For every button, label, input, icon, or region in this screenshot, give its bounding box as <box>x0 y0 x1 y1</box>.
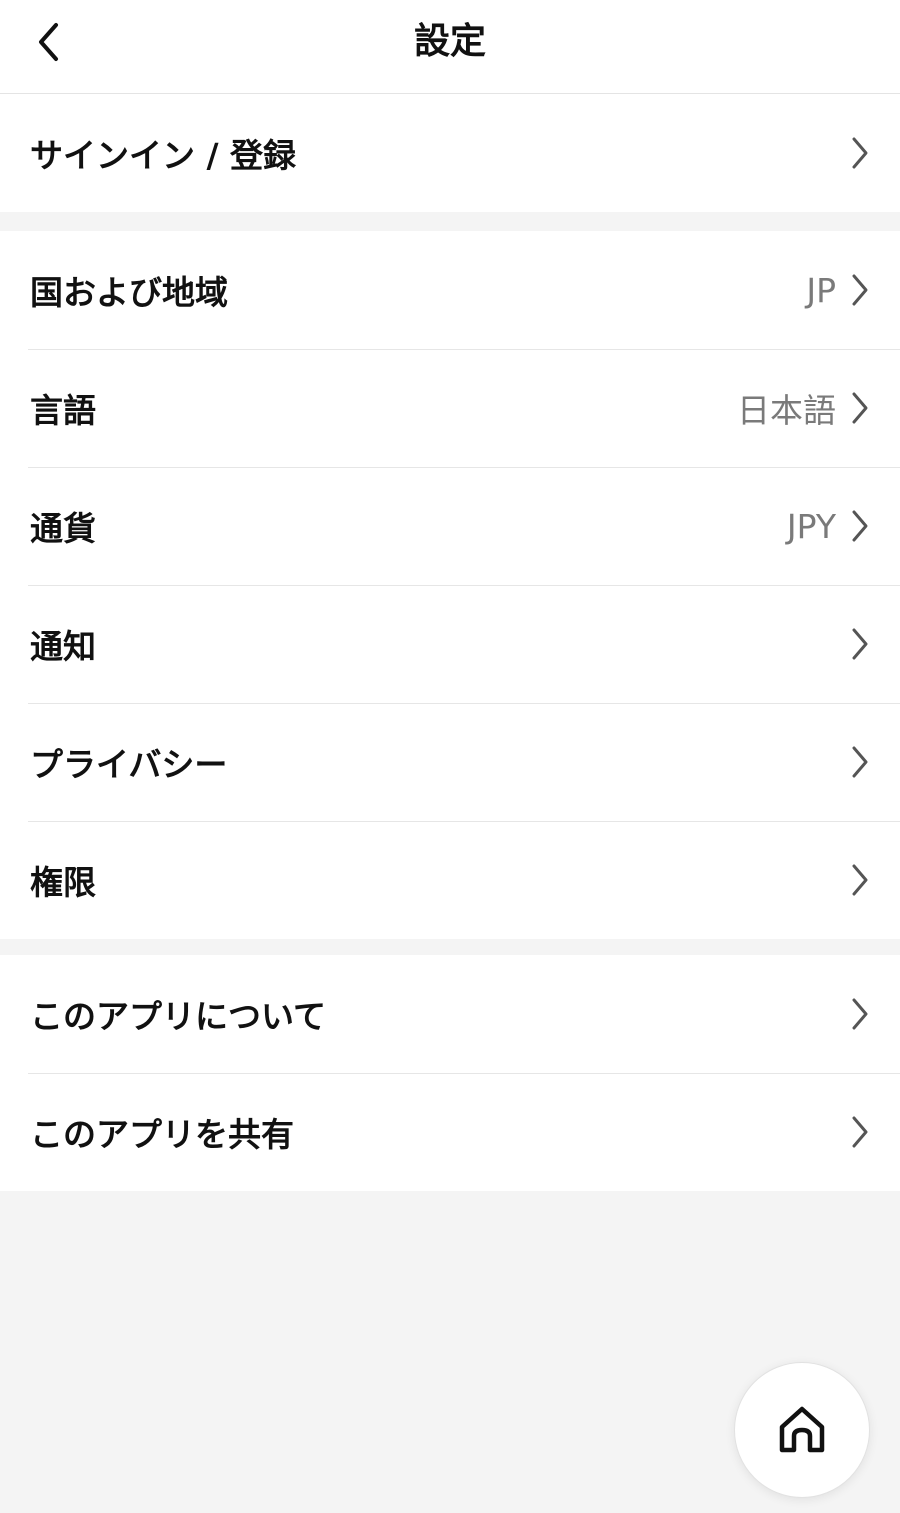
chevron-right-icon <box>852 510 868 542</box>
currency-value: JPY <box>786 506 836 546</box>
menu-item-label: 国および地域 <box>30 273 228 312</box>
home-button[interactable] <box>734 1362 870 1498</box>
menu-item-label: 通貨 <box>30 509 96 548</box>
menu-item-currency[interactable]: 通貨 JPY <box>0 467 900 585</box>
menu-item-label: 権限 <box>30 863 96 902</box>
chevron-right-icon <box>852 1116 868 1148</box>
chevron-right-icon <box>852 864 868 896</box>
chevron-right-icon <box>852 998 868 1030</box>
chevron-right-icon <box>852 137 868 169</box>
menu-item-label: 通知 <box>30 627 96 666</box>
menu-item-label: プライバシー <box>30 745 228 784</box>
menu-item-label: サインイン / 登録 <box>30 136 297 175</box>
language-value: 日本語 <box>737 391 836 430</box>
menu-item-region[interactable]: 国および地域 JP <box>0 231 900 349</box>
menu-item-sign-in[interactable]: サインイン / 登録 <box>0 94 900 212</box>
about-section: このアプリについて このアプリを共有 <box>0 955 900 1191</box>
menu-item-notifications[interactable]: 通知 <box>0 585 900 703</box>
menu-item-share-app[interactable]: このアプリを共有 <box>0 1073 900 1191</box>
menu-item-about-app[interactable]: このアプリについて <box>0 955 900 1073</box>
chevron-right-icon <box>852 392 868 424</box>
menu-item-language[interactable]: 言語 日本語 <box>0 349 900 467</box>
top-bar: 設定 <box>0 0 900 94</box>
region-value: JP <box>806 270 836 310</box>
menu-item-label: このアプリを共有 <box>30 1115 294 1154</box>
home-icon <box>779 1406 825 1453</box>
chevron-right-icon <box>852 274 868 306</box>
menu-item-permissions[interactable]: 権限 <box>0 821 900 939</box>
page-title: 設定 <box>413 21 486 62</box>
menu-item-privacy[interactable]: プライバシー <box>0 703 900 821</box>
menu-item-label: このアプリについて <box>30 997 327 1036</box>
chevron-right-icon <box>852 628 868 660</box>
preferences-section: 国および地域 JP 言語 日本語 通貨 JPY 通知 プライバシー 権限 <box>0 231 900 939</box>
account-section: サインイン / 登録 <box>0 94 900 212</box>
chevron-right-icon <box>852 746 868 778</box>
menu-item-label: 言語 <box>30 391 96 430</box>
